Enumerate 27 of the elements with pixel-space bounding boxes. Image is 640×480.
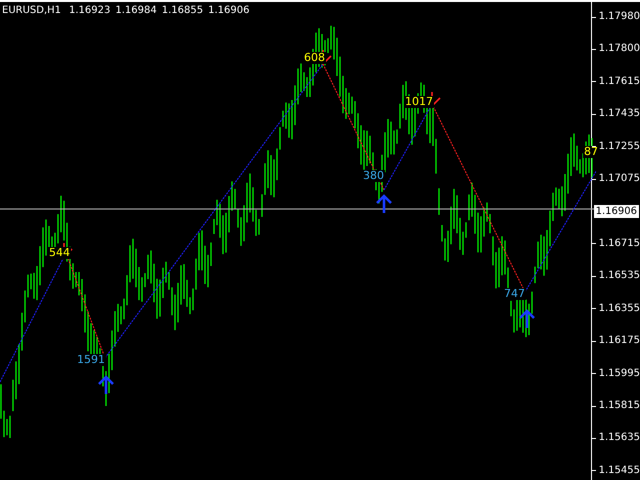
price-tick-label: 1.15455 <box>598 466 640 476</box>
price-tick-label: 1.15995 <box>598 368 640 379</box>
price-tick-label: 1.15815 <box>598 401 640 412</box>
price-value: 1.16984 <box>115 5 157 16</box>
price-tick-label: 1.17255 <box>598 142 640 152</box>
price-value: 1.16923 <box>69 5 110 16</box>
current-price-label: 1.16906 <box>594 205 639 218</box>
signal-label: 380 <box>362 170 385 182</box>
signal-label: 544 <box>48 247 71 259</box>
price-tick-label: 1.16355 <box>598 304 640 314</box>
price-tick-label: 1.15635 <box>598 433 640 444</box>
price-value: 1.16855 <box>162 5 204 16</box>
signal-label: 1591 <box>76 354 106 366</box>
price-tick-label: 1.16715 <box>598 238 640 249</box>
price-value: 1.16906 <box>208 5 250 16</box>
signal-label: 608 <box>303 52 326 64</box>
price-tick-label: 1.17800 <box>598 44 640 54</box>
price-tick-label: 1.17075 <box>598 174 640 184</box>
price-tick-label: 1.17980 <box>598 12 640 22</box>
price-tick-label: 1.17615 <box>598 76 640 87</box>
price-tick-label: 1.16175 <box>598 336 640 346</box>
price-tick-label: 1.16535 <box>598 271 640 282</box>
signal-label: 747 <box>503 288 526 300</box>
signal-label: 87 <box>583 146 599 158</box>
signal-label: 1017 <box>404 96 434 108</box>
symbol-label: EURUSD,H1 <box>2 5 62 16</box>
price-tick-label: 1.17435 <box>598 109 640 120</box>
